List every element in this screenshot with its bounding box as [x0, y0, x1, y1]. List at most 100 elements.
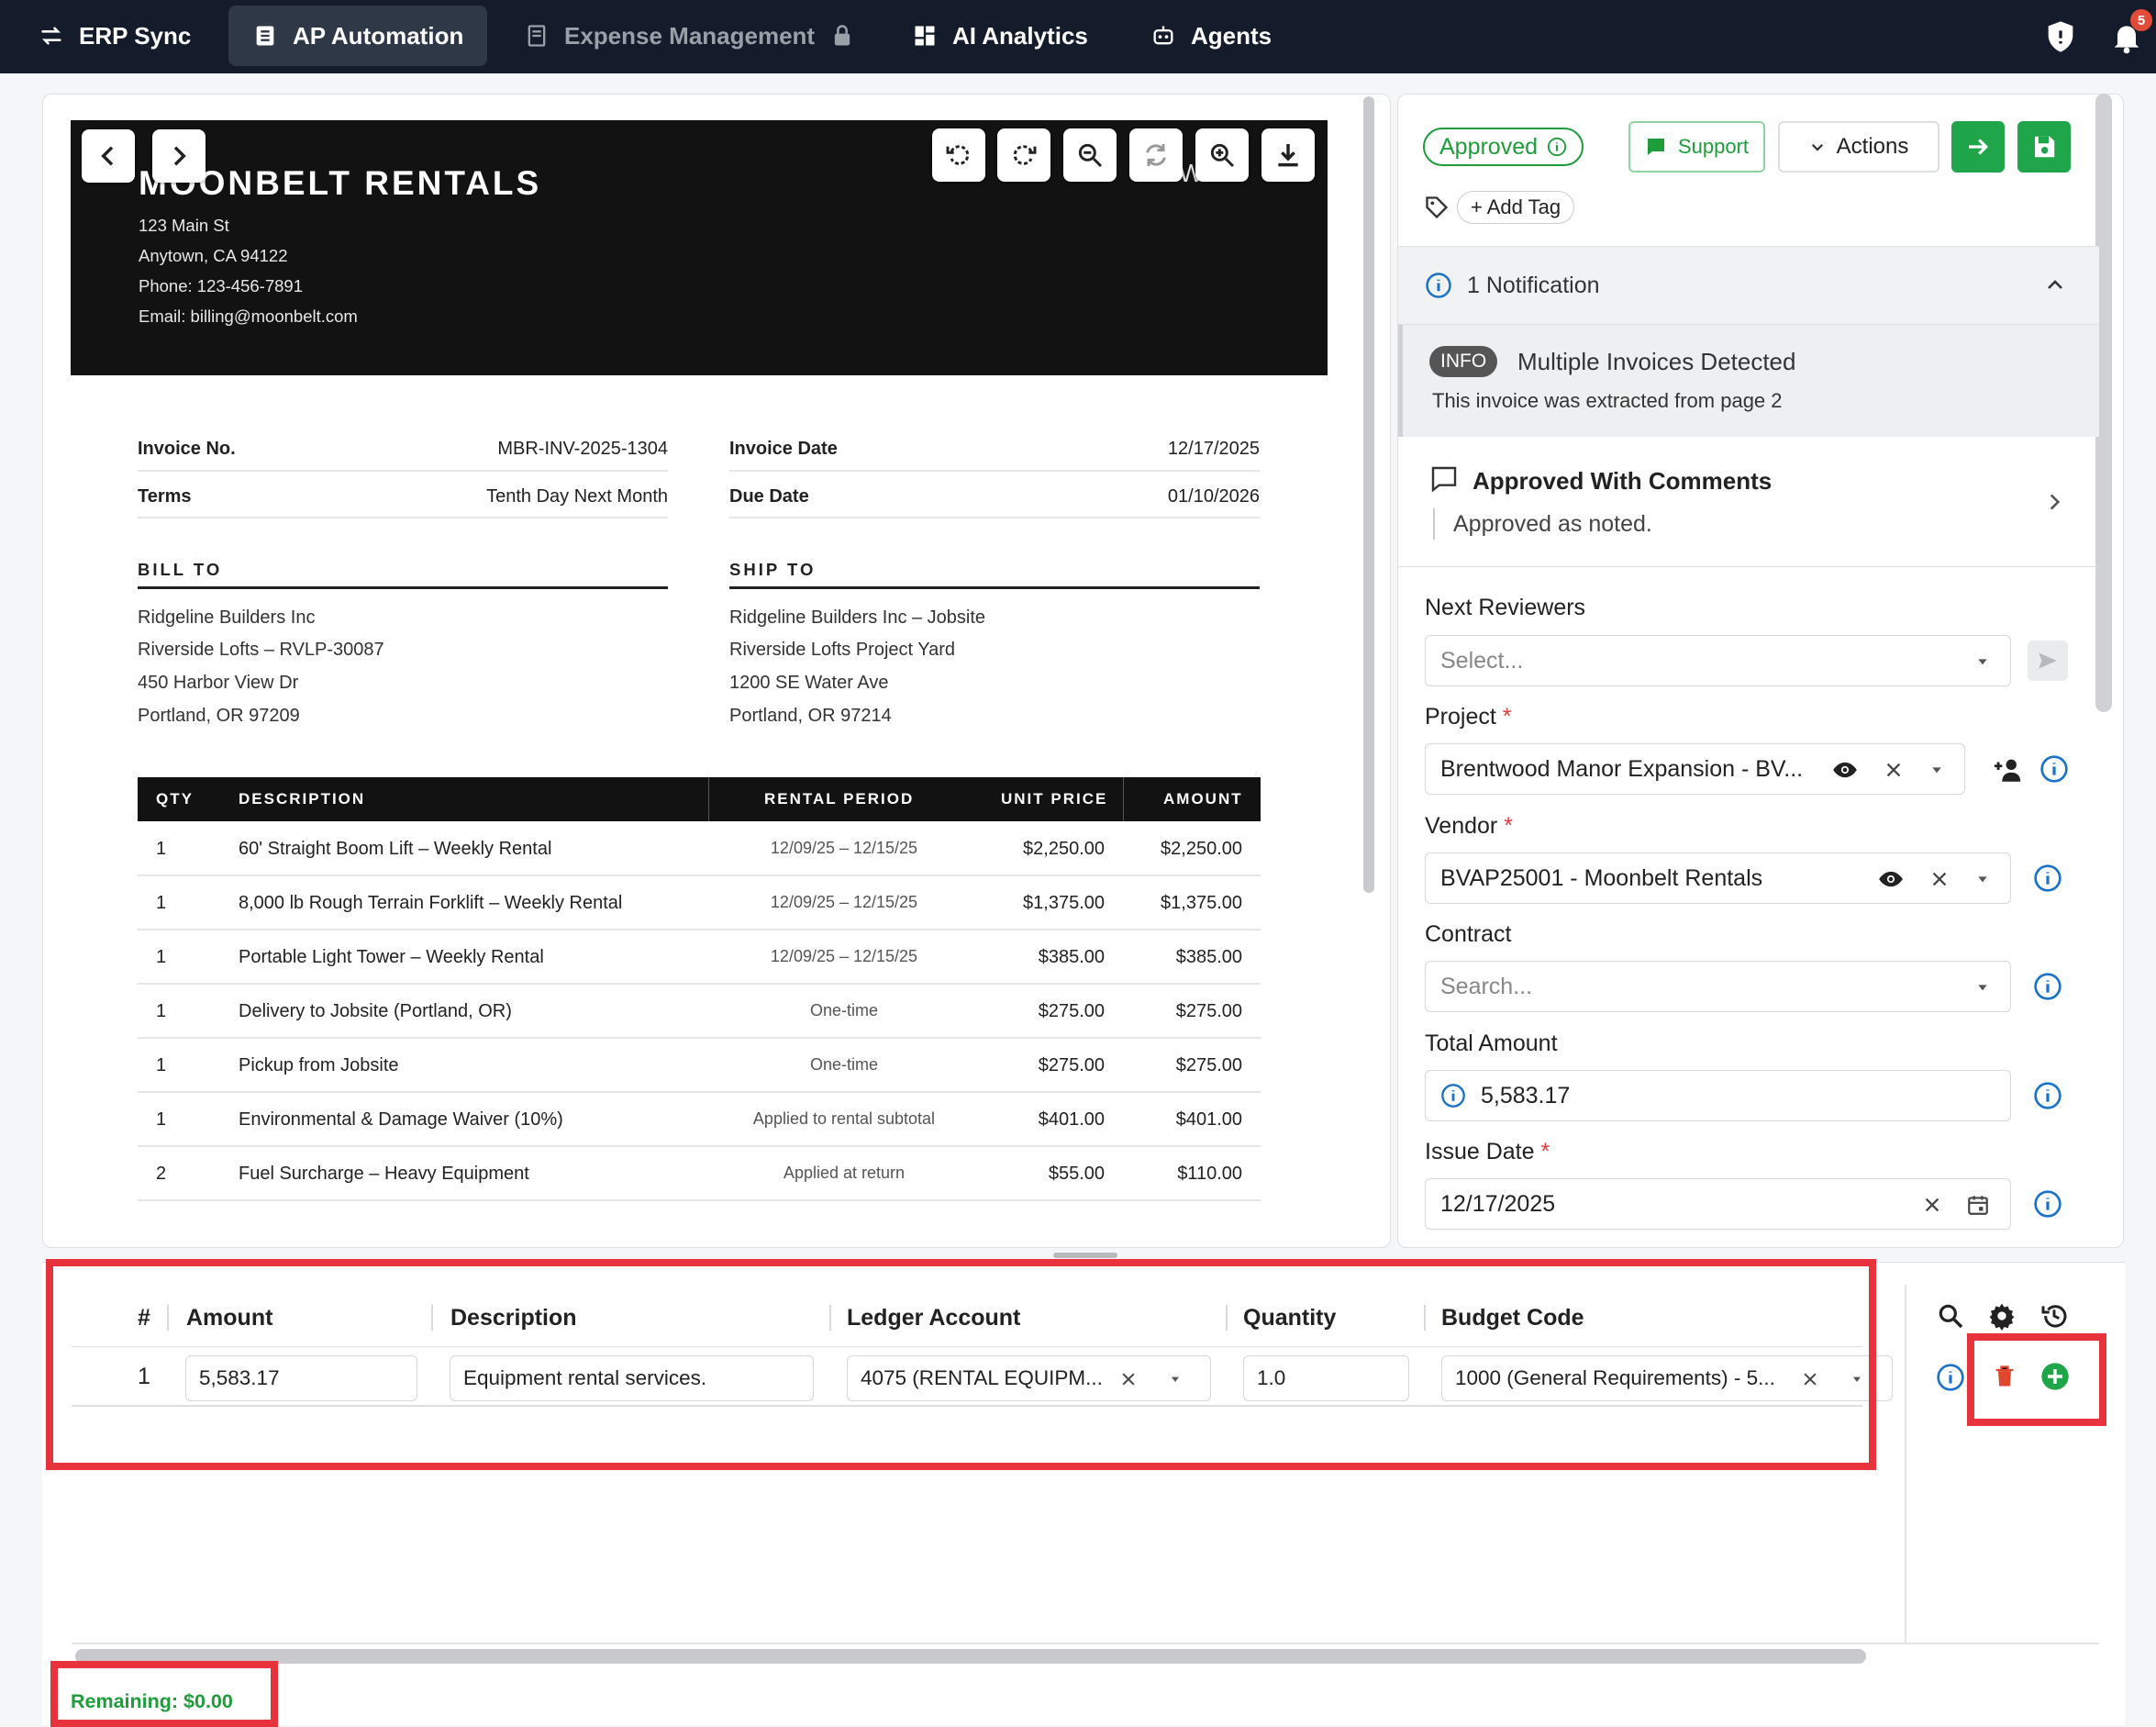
- rotate-right-button[interactable]: [997, 128, 1050, 182]
- contract-placeholder: Search...: [1440, 973, 1533, 999]
- info-icon[interactable]: [2039, 754, 2069, 784]
- clear-icon[interactable]: [1929, 869, 1950, 889]
- forward-button[interactable]: [1951, 121, 2005, 173]
- nav-tab-ap-automation[interactable]: AP Automation: [228, 6, 488, 66]
- notification-header[interactable]: 1 Notification: [1398, 246, 2099, 325]
- ship-to-line: Portland, OR 97214: [729, 706, 892, 726]
- shield-icon[interactable]: [2042, 18, 2079, 55]
- info-icon: [1426, 273, 1451, 298]
- dropdown-caret-icon: [1978, 659, 1987, 665]
- item-qty: 1: [156, 1055, 167, 1075]
- item-description: Delivery to Jobsite (Portland, OR): [239, 1001, 512, 1021]
- nav-tab-ai-analytics[interactable]: AI Analytics: [888, 6, 1112, 66]
- remaining-amount: Remaining: $0.00: [71, 1690, 233, 1712]
- actions-dropdown-button[interactable]: Actions: [1778, 121, 1939, 173]
- vendor-address-line: 123 Main St: [139, 216, 229, 235]
- preview-scrollbar-thumb[interactable]: [1363, 96, 1374, 893]
- info-icon[interactable]: [2033, 1081, 2062, 1110]
- issue-date-value: 12/17/2025: [1440, 1190, 1556, 1217]
- support-button[interactable]: Support: [1628, 121, 1765, 173]
- chat-bubble-icon: [1647, 139, 1664, 155]
- status-badge-approved[interactable]: Approved: [1423, 128, 1584, 166]
- contract-label: Contract: [1425, 921, 1512, 947]
- support-label: Support: [1677, 135, 1750, 158]
- vendor-label: Vendor *: [1425, 813, 1513, 840]
- notification-count-label: 1 Notification: [1467, 273, 1600, 298]
- save-button[interactable]: [2017, 121, 2071, 173]
- dropdown-caret-icon: [1978, 985, 1987, 991]
- meta-divider: [138, 470, 668, 472]
- eye-icon[interactable]: [1878, 866, 1904, 892]
- dashboard-icon: [915, 26, 935, 46]
- issue-date-input[interactable]: 12/17/2025: [1425, 1178, 2011, 1230]
- comment-title: Approved With Comments: [1473, 467, 1773, 495]
- item-qty: 1: [156, 839, 167, 859]
- clear-icon[interactable]: [1922, 1195, 1942, 1215]
- info-icon[interactable]: [2033, 1189, 2062, 1219]
- send-reviewers-button[interactable]: [2028, 641, 2068, 681]
- contract-search[interactable]: Search...: [1425, 961, 2011, 1012]
- item-period: One-time: [809, 1055, 879, 1074]
- clear-icon[interactable]: [1884, 760, 1904, 780]
- ship-to-heading: SHIP TO: [729, 560, 817, 579]
- nav-tab-erp-sync[interactable]: ERP Sync: [15, 6, 215, 66]
- ship-to-line: Riverside Lofts Project Yard: [729, 640, 956, 660]
- nav-tab-agents[interactable]: Agents: [1127, 6, 1295, 66]
- next-reviewers-select[interactable]: Select...: [1425, 635, 2011, 686]
- eye-icon[interactable]: [1832, 757, 1858, 783]
- total-amount-input[interactable]: 5,583.17: [1425, 1070, 2011, 1121]
- nav-tab-label: Agents: [1191, 21, 1272, 50]
- calendar-icon[interactable]: [1966, 1193, 1990, 1217]
- issue-date-label-text: Issue Date: [1425, 1139, 1535, 1164]
- robot-icon: [1153, 26, 1173, 45]
- bill-to-rule: [138, 586, 668, 589]
- notification-title: Multiple Invoices Detected: [1517, 348, 1796, 375]
- reset-view-button[interactable]: [1129, 128, 1183, 182]
- previous-page-button[interactable]: [82, 129, 135, 183]
- info-icon[interactable]: [2033, 972, 2062, 1001]
- meta-divider: [729, 517, 1260, 518]
- highlight-box-row-actions: [1967, 1333, 2106, 1426]
- add-tag-button[interactable]: + Add Tag: [1457, 191, 1575, 224]
- nav-tab-label: AP Automation: [293, 21, 464, 50]
- item-description: Environmental & Damage Waiver (10%): [239, 1109, 563, 1130]
- meta-divider: [138, 517, 668, 518]
- gear-icon[interactable]: [1987, 1301, 2017, 1331]
- info-icon: [1547, 137, 1567, 157]
- project-label-text: Project: [1425, 704, 1496, 730]
- grid-horizontal-scrollbar[interactable]: [75, 1649, 1866, 1664]
- dropdown-caret-icon: [1978, 876, 1987, 883]
- item-description: Fuel Surcharge – Heavy Equipment: [239, 1164, 529, 1184]
- info-icon[interactable]: [2033, 864, 2062, 893]
- sync-arrows-icon: [41, 27, 61, 45]
- due-date-label: Due Date: [729, 486, 809, 507]
- vendor-address-line: Anytown, CA 94122: [139, 246, 288, 265]
- chevron-left-icon: [101, 146, 114, 166]
- zoom-in-button[interactable]: [1195, 128, 1249, 182]
- item-unit-price: $275.00: [1038, 1001, 1105, 1021]
- invoice-no-label: Invoice No.: [138, 439, 236, 459]
- rotate-left-icon: [946, 145, 970, 165]
- assign-user-icon[interactable]: [1992, 754, 2023, 786]
- project-label: Project *: [1425, 704, 1512, 730]
- vendor-select[interactable]: BVAP25001 - Moonbelt Rentals: [1425, 852, 2011, 904]
- project-select[interactable]: Brentwood Manor Expansion - BV...: [1425, 743, 1965, 795]
- notification-item: Multiple Invoices Detected This invoice …: [1398, 325, 2099, 437]
- history-icon[interactable]: [2039, 1301, 2069, 1331]
- rotate-left-button[interactable]: [932, 128, 985, 182]
- next-page-button[interactable]: [152, 129, 206, 183]
- item-qty: 2: [156, 1164, 167, 1184]
- invoice-item-row: 1 60' Straight Boom Lift – Weekly Rental…: [138, 822, 1261, 876]
- vendor-email: Email: billing@moonbelt.com: [139, 306, 358, 326]
- approval-comment-card[interactable]: Approved With Comments Approved as noted…: [1398, 437, 2099, 567]
- info-icon[interactable]: [1936, 1363, 1965, 1392]
- meta-divider: [729, 470, 1260, 472]
- chevron-right-icon: [173, 146, 186, 166]
- download-button[interactable]: [1261, 128, 1315, 182]
- nav-tab-expense-management[interactable]: Expense Management: [500, 6, 879, 66]
- zoom-out-button[interactable]: [1063, 128, 1117, 182]
- invoice-item-row: 1 8,000 lb Rough Terrain Forklift – Week…: [138, 876, 1261, 930]
- search-icon[interactable]: [1936, 1301, 1965, 1331]
- panel-resize-handle[interactable]: [1053, 1253, 1117, 1258]
- invoice-no-value: MBR-INV-2025-1304: [497, 439, 668, 459]
